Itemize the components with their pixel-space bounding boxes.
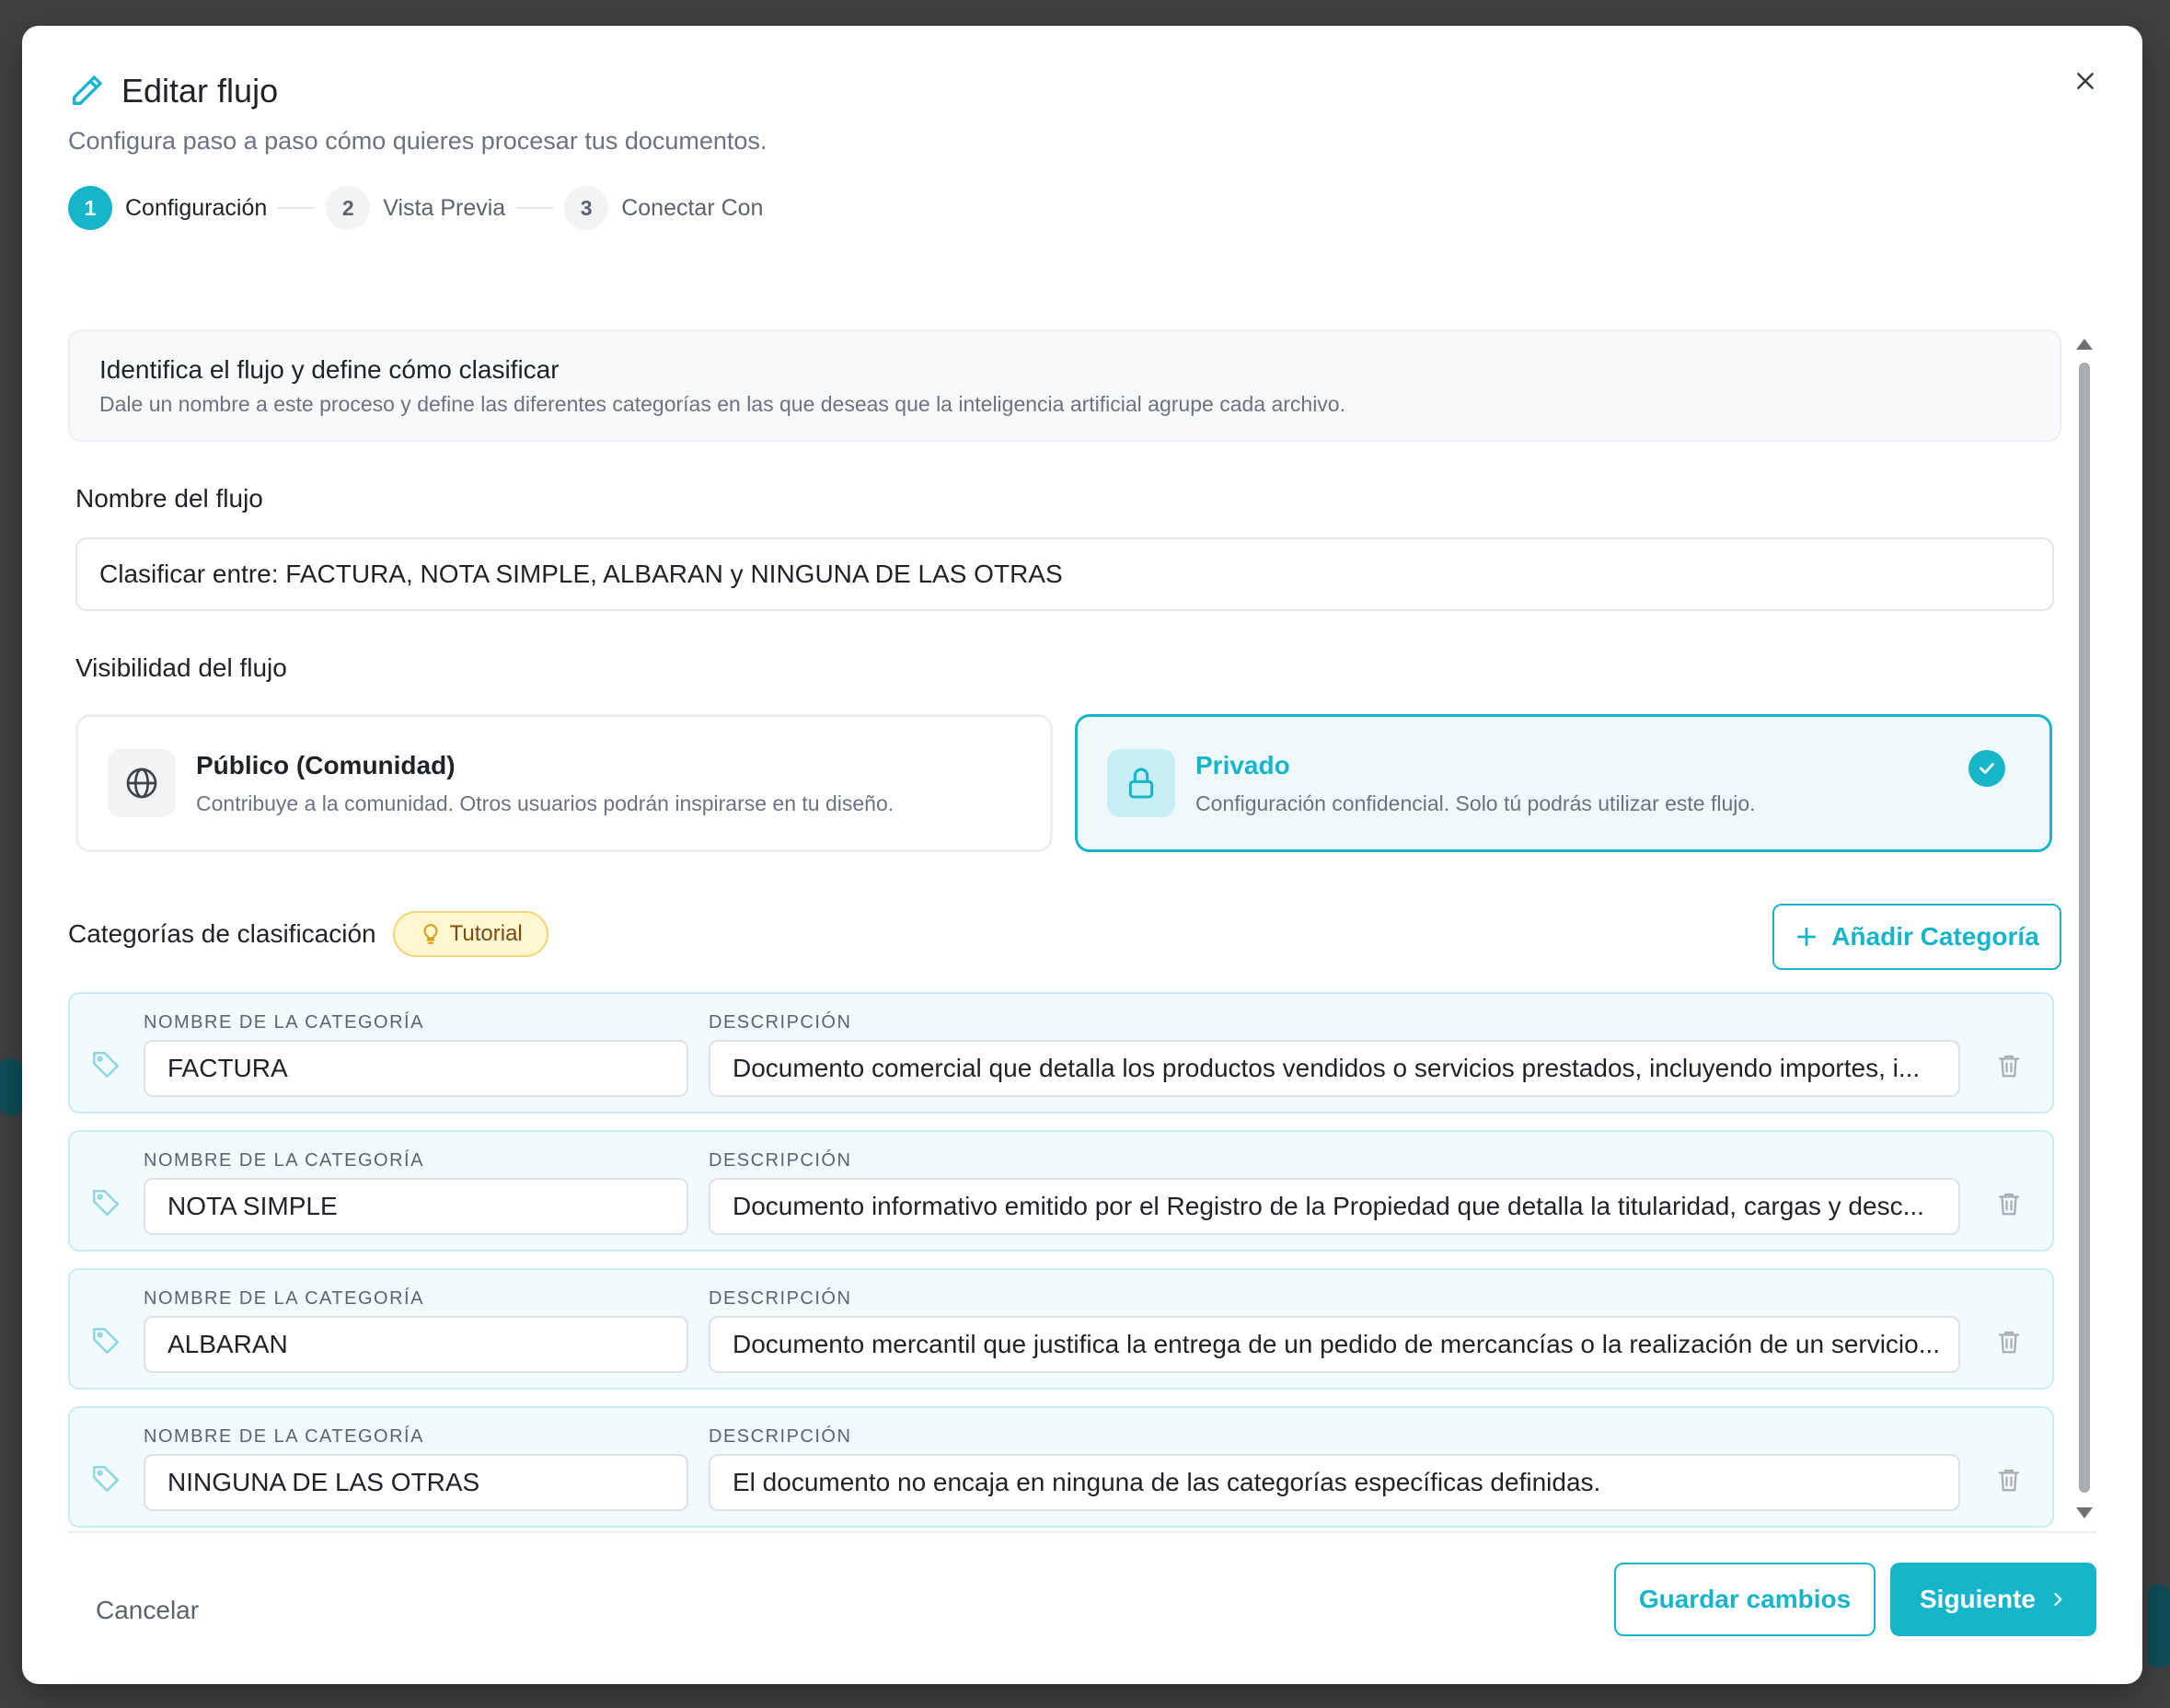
stepper: 1 Configuración 2 Vista Previa 3 Conecta…	[68, 186, 763, 230]
footer-divider	[68, 1531, 2096, 1533]
step-label: Vista Previa	[383, 194, 506, 221]
scroll-thumb[interactable]	[2079, 363, 2090, 1493]
category-description-input[interactable]: Documento comercial que detalla los prod…	[709, 1040, 1960, 1097]
cancel-button[interactable]: Cancelar	[96, 1596, 199, 1625]
category-name-column-label: NOMBRE DE LA CATEGORÍA	[144, 1288, 424, 1309]
step-number: 3	[564, 186, 609, 230]
background-button	[2148, 1585, 2170, 1668]
background-button	[0, 1058, 22, 1115]
category-name-column-label: NOMBRE DE LA CATEGORÍA	[144, 1426, 424, 1447]
scroll-down-icon[interactable]	[2076, 1507, 2093, 1518]
category-description-input[interactable]: Documento mercantil que justifica la ent…	[709, 1316, 1960, 1373]
lightbulb-icon	[423, 924, 438, 944]
step-vista-previa[interactable]: 2 Vista Previa	[326, 186, 505, 230]
close-button[interactable]	[2061, 57, 2109, 105]
category-description-input[interactable]: El documento no encaja en ninguna de las…	[709, 1454, 1960, 1511]
close-icon[interactable]	[2073, 69, 2097, 93]
category-name-input[interactable]: FACTURA	[144, 1040, 688, 1097]
step-number: 2	[326, 186, 371, 230]
trash-icon[interactable]	[1995, 1465, 2023, 1494]
next-label: Siguiente	[1919, 1585, 2036, 1613]
tag-icon	[92, 1465, 120, 1493]
next-button[interactable]: Siguiente	[1890, 1563, 2096, 1636]
category-name-column-label: NOMBRE DE LA CATEGORÍA	[144, 1150, 424, 1171]
visibility-option-description: Contribuye a la comunidad. Otros usuario…	[196, 791, 895, 815]
category-name-input[interactable]: NINGUNA DE LAS OTRAS	[144, 1454, 688, 1511]
category-description-column-label: DESCRIPCIÓN	[709, 1150, 852, 1171]
scrollbar[interactable]	[2074, 335, 2095, 1522]
flow-name-input[interactable]	[75, 537, 2054, 611]
check-icon	[1968, 750, 2005, 787]
tag-icon	[92, 1327, 120, 1355]
trash-icon[interactable]	[1995, 1327, 2023, 1356]
visibility-option-description: Configuración confidencial. Solo tú podr…	[1195, 791, 1756, 815]
category-row: NOMBRE DE LA CATEGORÍA DESCRIPCIÓN NOTA …	[68, 1130, 2054, 1252]
add-category-label: Añadir Categoría	[1831, 922, 2039, 951]
step-configuracion[interactable]: 1 Configuración	[68, 186, 267, 230]
pencil-icon	[73, 75, 102, 106]
category-name-column-label: NOMBRE DE LA CATEGORÍA	[144, 1012, 424, 1033]
trash-icon[interactable]	[1995, 1189, 2023, 1218]
flow-name-label: Nombre del flujo	[75, 484, 263, 513]
category-description-input[interactable]: Documento informativo emitido por el Reg…	[709, 1178, 1960, 1235]
info-title: Identifica el flujo y define cómo clasif…	[99, 355, 560, 384]
step-number: 1	[68, 186, 112, 230]
category-name-input[interactable]: NOTA SIMPLE	[144, 1178, 688, 1235]
save-changes-label: Guardar cambios	[1638, 1585, 1852, 1613]
visibility-option-title: Público (Comunidad)	[196, 750, 456, 779]
categories-header: Categorías de clasificación Tutorial	[68, 911, 548, 957]
category-row: NOMBRE DE LA CATEGORÍA DESCRIPCIÓN NINGU…	[68, 1406, 2054, 1528]
trash-icon[interactable]	[1995, 1051, 2023, 1080]
info-description: Dale un nombre a este proceso y define l…	[99, 392, 1345, 416]
visibility-label: Visibilidad del flujo	[75, 653, 287, 682]
info-box: Identifica el flujo y define cómo clasif…	[68, 329, 2061, 442]
scroll-up-icon[interactable]	[2076, 339, 2093, 350]
category-row: NOMBRE DE LA CATEGORÍA DESCRIPCIÓN ALBAR…	[68, 1268, 2054, 1390]
tutorial-button[interactable]: Tutorial	[392, 911, 548, 957]
lock-icon	[1107, 749, 1175, 817]
step-label: Conectar Con	[621, 194, 764, 221]
category-description-column-label: DESCRIPCIÓN	[709, 1012, 852, 1033]
modal-header: Editar flujo Configura paso a paso cómo …	[68, 72, 767, 156]
tutorial-label: Tutorial	[449, 921, 523, 946]
category-description-column-label: DESCRIPCIÓN	[709, 1426, 852, 1447]
add-category-button[interactable]: Añadir Categoría	[1772, 904, 2061, 970]
globe-icon	[108, 749, 176, 817]
modal-title: Editar flujo	[121, 72, 279, 110]
tag-icon	[92, 1051, 120, 1079]
category-row: NOMBRE DE LA CATEGORÍA DESCRIPCIÓN FACTU…	[68, 992, 2054, 1114]
modal-subtitle: Configura paso a paso cómo quieres proce…	[68, 127, 768, 155]
categories-title: Categorías de clasificación	[68, 919, 376, 948]
chevron-right-icon	[2054, 1593, 2062, 1606]
visibility-option-public[interactable]: Público (Comunidad) Contribuye a la comu…	[75, 714, 1053, 852]
plus-icon	[1797, 927, 1817, 947]
save-changes-button[interactable]: Guardar cambios	[1614, 1563, 1876, 1636]
category-name-input[interactable]: ALBARAN	[144, 1316, 688, 1373]
visibility-option-title: Privado	[1195, 750, 1290, 779]
step-label: Configuración	[125, 194, 268, 221]
edit-flow-modal: Editar flujo Configura paso a paso cómo …	[22, 26, 2142, 1684]
visibility-option-private[interactable]: Privado Configuración confidencial. Solo…	[1075, 714, 2052, 852]
category-description-column-label: DESCRIPCIÓN	[709, 1288, 852, 1309]
tag-icon	[92, 1189, 120, 1217]
step-conectar-con[interactable]: 3 Conectar Con	[564, 186, 763, 230]
step-connector	[278, 207, 316, 209]
step-connector	[516, 207, 554, 209]
